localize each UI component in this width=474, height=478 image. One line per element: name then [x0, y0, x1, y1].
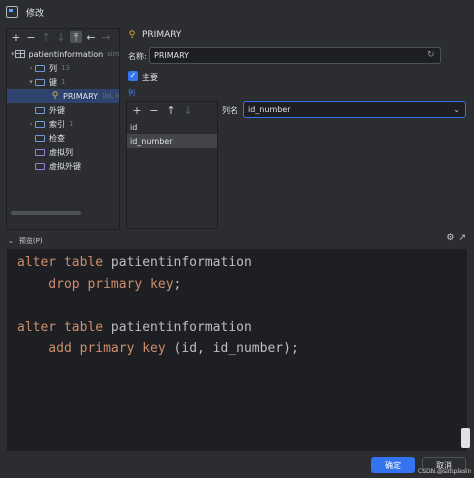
expand-arrow-icon[interactable]: ▾: [27, 78, 35, 86]
folder-icon: [35, 134, 45, 142]
folder-icon: [35, 78, 45, 86]
plus-icon[interactable]: +: [10, 31, 22, 43]
open-external-icon[interactable]: ↗: [458, 233, 466, 243]
columns-toolbar: + − ↑ ↓: [127, 102, 217, 118]
watermark: CSDN @simplesin: [418, 468, 472, 475]
primary-label: 主要: [142, 73, 158, 82]
tree-item-label: 列: [49, 63, 57, 73]
folder-icon: [35, 106, 45, 114]
add-column-icon[interactable]: +: [131, 104, 143, 116]
tree-item-count: 1: [69, 120, 74, 128]
tree-toolbar: + − ↑ ↓ ⤒ ← →: [7, 29, 119, 45]
tree-item-label: 虚拟外键: [49, 161, 81, 171]
name-label: 名称:: [128, 52, 147, 61]
tree-item-count: 13: [61, 64, 70, 72]
preview-toolbar: ⚙ ↗: [446, 233, 466, 243]
code-line: add primary key (id, id_number);: [17, 338, 467, 360]
sql-lines: alter table patientinformation drop prim…: [17, 252, 467, 360]
tree-item-virtual-columns[interactable]: 虚拟列: [7, 145, 119, 159]
list-item[interactable]: id: [127, 120, 217, 134]
move-down-icon[interactable]: ↓: [182, 104, 194, 116]
sql-keyword: alter table: [17, 319, 104, 335]
horizontal-scrollbar[interactable]: [11, 211, 81, 215]
move-to-top-icon[interactable]: ⤒: [70, 31, 82, 43]
list-item[interactable]: id_number: [127, 134, 217, 148]
column-name-select[interactable]: id_number ⌄: [243, 101, 466, 118]
ok-button[interactable]: 确定: [371, 457, 415, 473]
tree-item-table[interactable]: ▾ patientinformation sim: [7, 47, 119, 61]
tree-item-label: 检查: [49, 133, 65, 143]
tree-item-label: 键: [49, 77, 57, 87]
tree-item-indexes[interactable]: › 索引 1: [7, 117, 119, 131]
tree-item-hint: (id, id_nu: [102, 92, 119, 100]
detail-header: ⚲ PRIMARY: [128, 30, 182, 40]
name-field[interactable]: PRIMARY: [149, 47, 441, 64]
virtual-folder-icon: [35, 148, 45, 156]
code-line: drop primary key;: [17, 274, 467, 296]
tree-item-keys[interactable]: ▾ 键 1: [7, 75, 119, 89]
table-icon: [14, 50, 25, 58]
move-up-icon[interactable]: ↑: [40, 31, 52, 43]
folder-icon: [35, 120, 45, 128]
virtual-folder-icon: [35, 162, 45, 170]
sql-keyword: add primary key: [17, 341, 166, 357]
code-line: alter table patientinformation: [17, 252, 467, 274]
detail-title: PRIMARY: [142, 30, 182, 40]
back-icon[interactable]: ←: [85, 31, 97, 43]
sql-preview: alter table patientinformation drop prim…: [7, 249, 470, 451]
sql-keyword: drop primary key: [17, 276, 174, 292]
move-up-icon[interactable]: ↑: [165, 104, 177, 116]
tree-item-hint: sim: [107, 50, 119, 58]
tree-item-primary-key[interactable]: ⚲ PRIMARY (id, id_nu: [7, 89, 119, 103]
column-name-label: 列名: [222, 106, 238, 115]
key-columns-panel: + − ↑ ↓ id id_number: [126, 101, 218, 229]
tree-item-checks[interactable]: 检查: [7, 131, 119, 145]
sql-text: patientinformation: [103, 255, 252, 270]
move-down-icon[interactable]: ↓: [55, 31, 67, 43]
sql-text: ;: [173, 276, 182, 292]
app-logo-icon: [6, 6, 18, 18]
preview-label: 预览(P): [18, 237, 43, 245]
remove-column-icon[interactable]: −: [148, 104, 160, 116]
tree-item-columns[interactable]: › 列 13: [7, 61, 119, 75]
key-icon: ⚲: [128, 30, 136, 40]
settings-gear-icon[interactable]: ⚙: [446, 233, 454, 243]
sql-keyword: alter table: [17, 255, 104, 270]
chevron-down-icon[interactable]: ⌄: [453, 105, 460, 114]
sql-text: patientinformation: [103, 319, 252, 335]
tree-item-label: 外键: [49, 105, 65, 115]
primary-checkbox[interactable]: ✓: [128, 71, 138, 81]
key-columns-list: id id_number: [127, 120, 217, 148]
sql-text: (id, id_number);: [165, 341, 299, 357]
preview-toggle[interactable]: ⌄ 预览(P): [0, 234, 474, 248]
vertical-scrollbar[interactable]: [461, 428, 470, 448]
tree-item-label: 索引: [49, 119, 65, 129]
collapse-arrow-icon[interactable]: ›: [27, 64, 35, 72]
refresh-icon[interactable]: ↻: [427, 50, 437, 60]
folder-icon: [35, 64, 45, 72]
key-icon: ⚲: [51, 91, 59, 101]
minus-icon[interactable]: −: [25, 31, 37, 43]
tree-item-label: PRIMARY: [63, 91, 99, 101]
structure-tree: ▾ patientinformation sim › 列 13 ▾ 键 1 ⚲ …: [7, 45, 119, 219]
code-line: alter table patientinformation: [17, 317, 467, 339]
tree-item-virtual-foreign-keys[interactable]: 虚拟外键: [7, 159, 119, 173]
title-bar: 修改: [0, 0, 474, 24]
tree-item-foreign-keys[interactable]: 外键: [7, 103, 119, 117]
tree-item-label: 虚拟列: [49, 147, 73, 157]
column-name-value: id_number: [248, 105, 291, 114]
tree-item-label: patientinformation: [28, 49, 104, 59]
tree-item-count: 1: [61, 78, 66, 86]
columns-section-label: 列: [128, 89, 135, 97]
window-title: 修改: [26, 8, 45, 19]
chevron-down-icon: ⌄: [8, 237, 14, 245]
collapse-arrow-icon[interactable]: ›: [27, 120, 35, 128]
structure-panel: + − ↑ ↓ ⤒ ← → ▾ patientinformation sim ›…: [6, 28, 120, 230]
forward-icon[interactable]: →: [100, 31, 112, 43]
